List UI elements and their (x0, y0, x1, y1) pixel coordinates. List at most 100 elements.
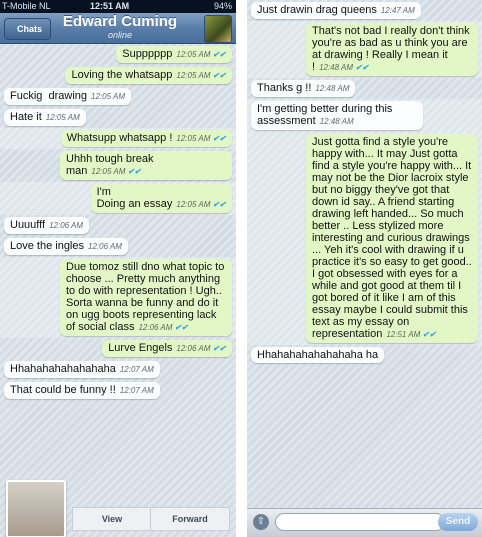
outgoing-message-bubble[interactable]: Whatsupp whatsapp ! 12:05 AM ✔✔ (60, 130, 232, 147)
upload-icon[interactable]: ⇧ (253, 514, 269, 530)
message-timestamp: 12:07 AM (119, 365, 154, 374)
message-text: Whatsupp whatsapp ! (66, 132, 173, 144)
carrier-label: T-Mobile NL (2, 1, 51, 11)
message-row: Loving the whatsapp 12:05 AM ✔✔ (0, 65, 236, 86)
message-timestamp: 12:07 AM (119, 386, 154, 395)
double-check-icon: ✔✔ (210, 134, 226, 143)
outgoing-message-bubble[interactable]: I'm Doing an essay 12:05 AM ✔✔ (90, 184, 232, 213)
message-row: Love the ingles 12:06 AM (0, 236, 236, 257)
message-row: Just gotta find a style you're happy wit… (247, 132, 482, 345)
message-timestamp: 12:47 AM (380, 6, 415, 15)
message-row: Just drawin drag queens 12:47 AM (247, 0, 482, 21)
forward-button[interactable]: Forward (150, 507, 230, 531)
message-timestamp: 12:05 AM (91, 92, 125, 101)
message-row: Whatsupp whatsapp ! 12:05 AM ✔✔ (0, 128, 236, 149)
message-text: Uuuufff (10, 219, 46, 231)
message-row: That could be funny !! 12:07 AM (0, 380, 236, 401)
message-timestamp: 12:05 AM (176, 71, 211, 80)
message-row: I'm Doing an essay 12:05 AM ✔✔ (0, 182, 236, 215)
double-check-icon: ✔✔ (172, 323, 189, 332)
message-text: Just drawin drag queens (257, 4, 377, 16)
message-timestamp: 12:51 AM (386, 330, 421, 339)
message-row: Uhhh tough break man 12:05 AM ✔✔ (0, 149, 236, 182)
message-timestamp: 12:05 AM (176, 134, 211, 143)
contact-status: online (107, 30, 133, 40)
message-text: Lurve Engels (108, 342, 173, 354)
contact-name: Edward Cuming (62, 13, 178, 30)
chat-screen-right: Just drawin drag queens 12:47 AM That's no… (247, 0, 482, 537)
message-text: Hhahahahahahahaha ha (257, 349, 379, 361)
chat-screen-left: T-Mobile NL 12:51 AM 94% Chats Edward Cu… (0, 0, 236, 537)
message-row: Due tomoz still dno what topic to choose… (0, 257, 236, 338)
message-text: I'm Doing an essay (96, 186, 173, 210)
outgoing-message-bubble[interactable]: Just gotta find a style you're happy wit… (306, 134, 478, 343)
double-check-icon: ✔✔ (210, 50, 226, 59)
message-timestamp: 12:48 AM (319, 117, 354, 126)
image-attachment: View Forward (0, 477, 236, 537)
image-thumbnail[interactable] (6, 480, 66, 537)
outgoing-message-bubble[interactable]: Loving the whatsapp 12:05 AM ✔✔ (65, 67, 232, 84)
message-row: Thanks g !! 12:48 AM (247, 78, 482, 99)
message-timestamp: 12:05 AM (45, 113, 80, 122)
message-timestamp: 12:05 AM (176, 200, 211, 209)
chat-header: Chats Edward Cuming online (0, 13, 236, 44)
incoming-message-bubble[interactable]: Hate it 12:05 AM (4, 109, 86, 126)
outgoing-message-bubble[interactable]: Lurve Engels 12:06 AM ✔✔ (102, 340, 232, 357)
outgoing-message-bubble[interactable]: That's not bad I really don't think you'… (306, 23, 478, 76)
message-text: Supppppp (122, 48, 173, 60)
double-check-icon: ✔✔ (125, 167, 141, 176)
avatar[interactable] (204, 15, 232, 43)
incoming-message-bubble[interactable]: That could be funny !! 12:07 AM (4, 382, 160, 399)
incoming-message-bubble[interactable]: Hhahahahahahahaha ha (251, 347, 385, 363)
status-bar: T-Mobile NL 12:51 AM 94% (0, 0, 236, 13)
message-row: Fuckig drawing 12:05 AM (0, 86, 236, 107)
message-timestamp: 12:06 AM (138, 323, 173, 332)
incoming-message-bubble[interactable]: Uuuufff 12:06 AM (4, 217, 90, 234)
double-check-icon: ✔✔ (353, 63, 369, 72)
input-bar: ⇧ Send (247, 508, 482, 537)
double-check-icon: ✔✔ (210, 71, 226, 80)
message-timestamp: 12:48 AM (319, 63, 354, 72)
message-timestamp: 12:06 AM (49, 221, 84, 230)
send-button[interactable]: Send (438, 513, 478, 531)
message-row: Supppppp 12:05 AM ✔✔ (0, 44, 236, 65)
message-row: Hate it 12:05 AM (0, 107, 236, 128)
incoming-message-bubble[interactable]: Thanks g !! 12:48 AM (251, 80, 356, 97)
message-text: Thanks g !! (257, 82, 312, 94)
message-text: Loving the whatsapp (71, 69, 173, 81)
double-check-icon: ✔✔ (420, 330, 436, 339)
outgoing-message-bubble[interactable]: Supppppp 12:05 AM ✔✔ (116, 46, 232, 63)
message-row: I'm getting better during this assessmen… (247, 99, 482, 132)
double-check-icon: ✔✔ (210, 344, 226, 353)
double-check-icon: ✔✔ (210, 200, 226, 209)
clock-label: 12:51 AM (90, 1, 130, 11)
message-timestamp: 12:06 AM (88, 242, 122, 251)
incoming-message-bubble[interactable]: Fuckig drawing 12:05 AM (4, 88, 131, 105)
view-button[interactable]: View (72, 507, 152, 531)
message-text: Hate it (10, 111, 42, 123)
message-list: Supppppp 12:05 AM ✔✔ Loving the whatsapp 12… (0, 44, 236, 401)
message-text: Love the ingles (10, 240, 84, 252)
message-row: Hhahahahahahahaha 12:07 AM (0, 359, 236, 380)
incoming-message-bubble[interactable]: Hhahahahahahahaha 12:07 AM (4, 361, 160, 378)
message-timestamp: 12:05 AM (176, 50, 211, 59)
message-timestamp: 12:05 AM (91, 167, 126, 176)
battery-label: 94% (213, 1, 232, 11)
message-input[interactable] (275, 513, 445, 531)
message-text: Just gotta find a style you're happy wit… (312, 136, 475, 340)
message-row: That's not bad I really don't think you'… (247, 21, 482, 78)
incoming-message-bubble[interactable]: Just drawin drag queens 12:47 AM (251, 2, 421, 19)
incoming-message-bubble[interactable]: Love the ingles 12:06 AM (4, 238, 128, 255)
message-timestamp: 12:48 AM (315, 84, 350, 93)
message-row: Uuuufff 12:06 AM (0, 215, 236, 236)
message-timestamp: 12:06 AM (176, 344, 211, 353)
message-text: That could be funny !! (10, 384, 116, 396)
message-list: Just drawin drag queens 12:47 AM That's no… (247, 0, 482, 365)
message-row: Hhahahahahahahaha ha (247, 345, 482, 365)
outgoing-message-bubble[interactable]: Uhhh tough break man 12:05 AM ✔✔ (60, 151, 232, 180)
back-button[interactable]: Chats (4, 18, 52, 40)
message-text: Fuckig drawing (10, 90, 88, 102)
message-text: Hhahahahahahahaha (10, 363, 116, 375)
incoming-message-bubble[interactable]: I'm getting better during this assessmen… (251, 101, 423, 130)
outgoing-message-bubble[interactable]: Due tomoz still dno what topic to choose… (60, 259, 232, 336)
